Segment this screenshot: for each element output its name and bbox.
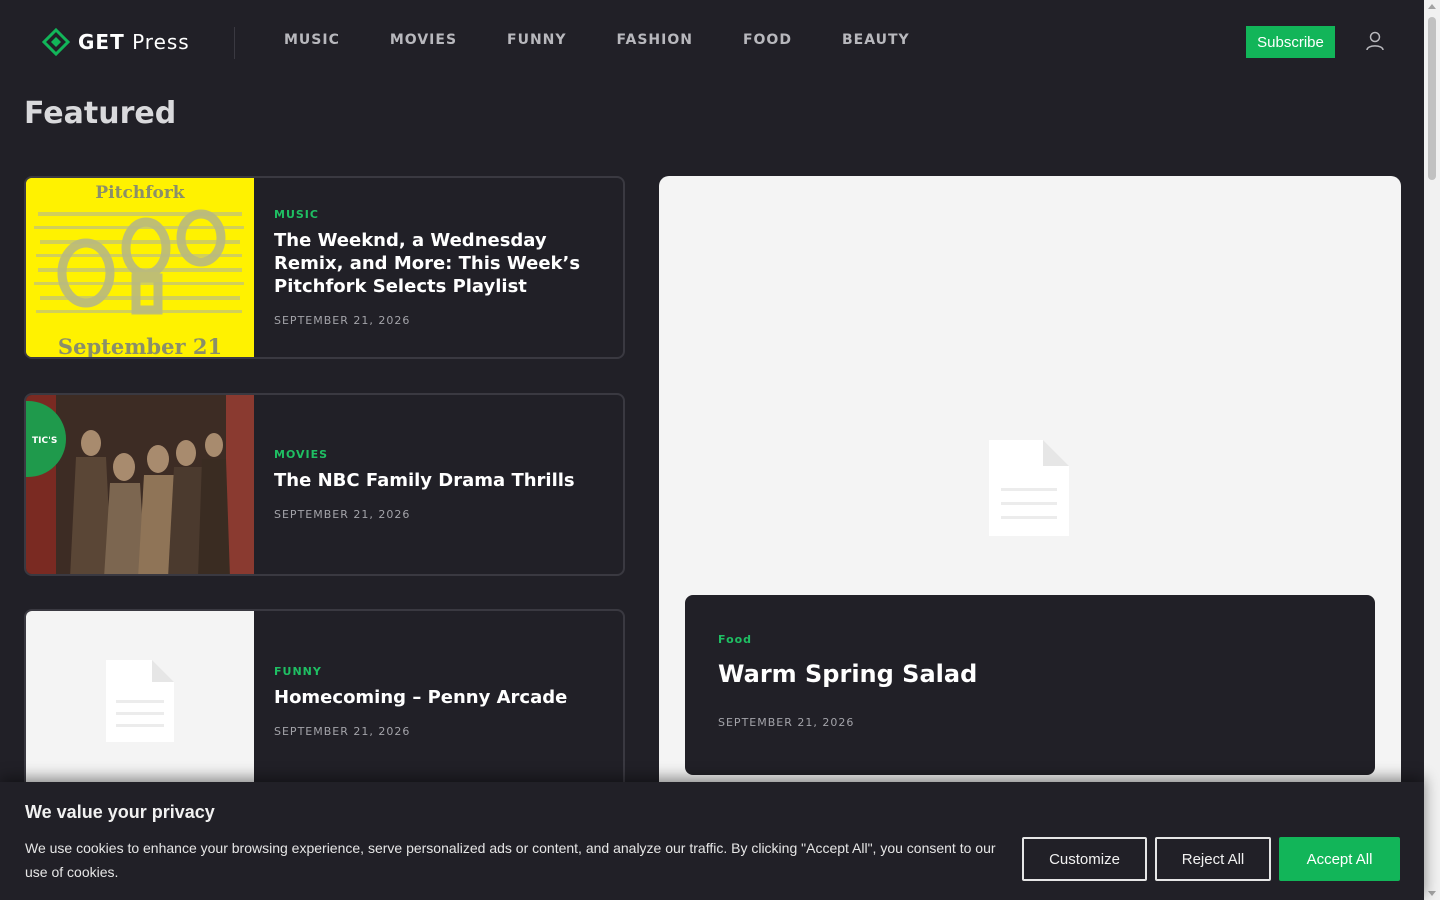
article-thumbnail[interactable]: Pitchfork September 21 <box>26 178 254 357</box>
cookie-description: We use cookies to enhance your browsing … <box>25 840 996 880</box>
article-category[interactable]: MUSIC <box>274 208 603 221</box>
movie-still-image: TIC'S <box>26 395 254 574</box>
scroll-down-arrow-icon[interactable] <box>1428 891 1436 896</box>
logo-text: GET Press <box>78 30 190 54</box>
cookie-title: We value your privacy <box>25 802 215 822</box>
document-placeholder-icon <box>106 660 174 742</box>
page-title: Featured <box>24 96 177 131</box>
thumb-bottom-text: September 21 <box>58 334 222 359</box>
article-body: MOVIES The NBC Family Drama Thrills SEPT… <box>274 395 603 574</box>
scroll-up-arrow-icon[interactable] <box>1428 4 1436 9</box>
user-account-icon[interactable] <box>1364 30 1386 52</box>
critics-pick-badge: TIC'S <box>32 436 57 446</box>
featured-article[interactable]: Food Warm Spring Salad SEPTEMBER 21, 202… <box>659 176 1401 796</box>
nav-item-movies[interactable]: MOVIES <box>390 32 457 48</box>
article-card-funny[interactable]: FUNNY Homecoming – Penny Arcade SEPTEMBE… <box>24 609 625 799</box>
pitchfork-thumbnail-art: Pitchfork September 21 <box>26 178 254 359</box>
article-card-movies[interactable]: TIC'S MOVIES The NBC Family Drama Thrill… <box>24 393 625 576</box>
article-title[interactable]: The Weeknd, a Wednesday Remix, and More:… <box>274 229 603 298</box>
header-divider <box>234 27 235 59</box>
featured-date: SEPTEMBER 21, 2026 <box>718 716 855 729</box>
main-nav: MUSIC MOVIES FUNNY FASHION FOOD BEAUTY <box>284 32 960 48</box>
thumb-top-text: Pitchfork <box>95 183 185 203</box>
nav-item-fashion[interactable]: FASHION <box>617 32 693 48</box>
featured-category[interactable]: Food <box>718 633 1342 646</box>
featured-caption-box: Food Warm Spring Salad SEPTEMBER 21, 202… <box>685 595 1375 775</box>
article-card-music[interactable]: Pitchfork September 21 MUSIC The Weeknd,… <box>24 176 625 359</box>
scrollbar-thumb[interactable] <box>1428 17 1436 180</box>
reject-all-button[interactable]: Reject All <box>1155 837 1271 881</box>
article-date: SEPTEMBER 21, 2026 <box>274 724 411 738</box>
site-logo[interactable]: GET Press <box>42 28 190 56</box>
article-category[interactable]: FUNNY <box>274 665 603 678</box>
subscribe-button[interactable]: Subscribe <box>1246 26 1335 58</box>
article-thumbnail[interactable]: TIC'S <box>26 395 254 574</box>
article-title[interactable]: Homecoming – Penny Arcade <box>274 686 603 709</box>
page-scrollbar[interactable] <box>1424 0 1440 900</box>
nav-item-food[interactable]: FOOD <box>743 32 792 48</box>
article-date: SEPTEMBER 21, 2026 <box>274 508 411 521</box>
article-body: MUSIC The Weeknd, a Wednesday Remix, and… <box>274 178 603 357</box>
document-placeholder-icon <box>989 440 1069 536</box>
logo-icon <box>42 28 70 56</box>
article-category[interactable]: MOVIES <box>274 448 603 461</box>
customize-button[interactable]: Customize <box>1022 837 1147 881</box>
featured-title[interactable]: Warm Spring Salad <box>718 660 1342 688</box>
article-date: SEPTEMBER 21, 2026 <box>274 314 411 327</box>
cookie-consent-banner: We value your privacy We use cookies to … <box>0 782 1424 900</box>
site-header: GET Press MUSIC MOVIES FUNNY FASHION FOO… <box>0 0 1424 84</box>
nav-item-music[interactable]: MUSIC <box>284 32 340 48</box>
article-body: FUNNY Homecoming – Penny Arcade SEPTEMBE… <box>274 611 603 797</box>
article-title[interactable]: The NBC Family Drama Thrills <box>274 469 603 492</box>
article-thumbnail[interactable] <box>26 611 254 797</box>
nav-item-beauty[interactable]: BEAUTY <box>842 32 910 48</box>
nav-item-funny[interactable]: FUNNY <box>507 32 567 48</box>
accept-all-button[interactable]: Accept All <box>1279 837 1400 881</box>
